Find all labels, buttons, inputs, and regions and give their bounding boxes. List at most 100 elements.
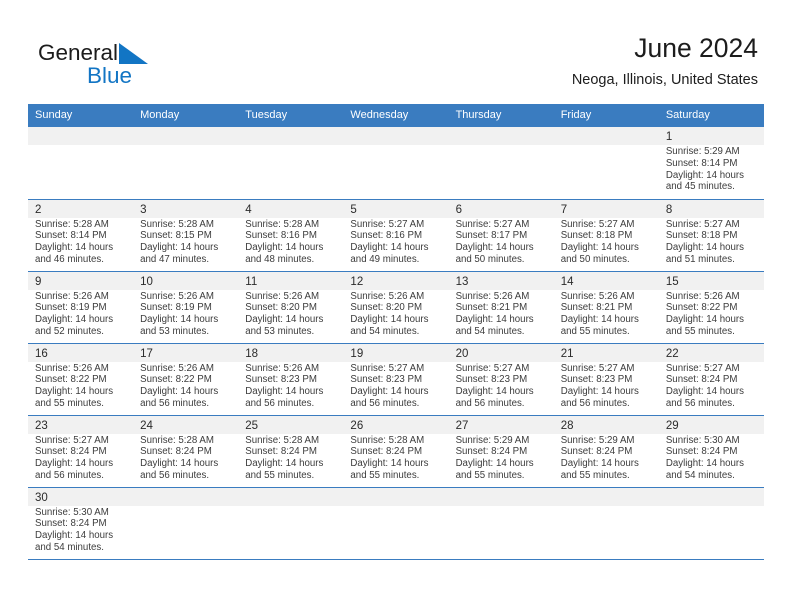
daylight-duration-line1: Daylight: 14 hours <box>35 458 114 470</box>
calendar-day-cell[interactable]: 24 Sunrise: 5:28 AM Sunset: 8:24 PM Dayligh… <box>133 415 239 488</box>
day-details: Sunrise: 5:27 AM Sunset: 8:18 PM Daylight:… <box>659 218 764 266</box>
calendar-day-cell[interactable]: 13 Sunrise: 5:26 AM Sunset: 8:21 PM Dayligh… <box>448 271 554 344</box>
sunset-time: Sunset: 8:24 PM <box>350 446 423 458</box>
calendar-day-cell[interactable]: 27 Sunrise: 5:29 AM Sunset: 8:24 PM Dayligh… <box>448 415 554 488</box>
day-number-header: 1 <box>658 127 764 145</box>
calendar-day-cell[interactable]: 28 Sunrise: 5:29 AM Sunset: 8:24 PM Dayligh… <box>553 415 659 488</box>
sunset-time: Sunset: 8:23 PM <box>350 374 423 386</box>
calendar-day-cell[interactable]: 25 Sunrise: 5:28 AM Sunset: 8:24 PM Dayligh… <box>238 415 344 488</box>
calendar-day-cell[interactable]: 4 Sunrise: 5:28 AM Sunset: 8:16 PM Daylight… <box>238 199 344 272</box>
calendar-body: 1 Sunrise: 5:29 AM Sunset: 8:14 PM Daylight… <box>28 127 764 560</box>
calendar-day-cell[interactable]: 15 Sunrise: 5:26 AM Sunset: 8:22 PM Dayligh… <box>658 271 764 344</box>
sunset-time: Sunset: 8:24 PM <box>665 374 738 386</box>
calendar-day-cell[interactable]: 1 Sunrise: 5:29 AM Sunset: 8:14 PM Daylight… <box>658 127 764 200</box>
day-number-header: 7 <box>553 199 659 218</box>
brand-logo[interactable]: General Blue <box>38 40 218 92</box>
calendar-day-cell-empty <box>448 127 554 200</box>
daylight-duration-line2: and 55 minutes. <box>455 469 525 481</box>
calendar-day-cell-empty <box>658 487 764 560</box>
calendar-day-cell[interactable]: 12 Sunrise: 5:26 AM Sunset: 8:20 PM Dayligh… <box>343 271 449 344</box>
calendar-day-cell[interactable]: 8 Sunrise: 5:27 AM Sunset: 8:18 PM Daylight… <box>658 199 764 272</box>
calendar-week-row: 30 Sunrise: 5:30 AM Sunset: 8:24 PM Dayligh… <box>28 487 764 560</box>
calendar-day-cell[interactable]: 29 Sunrise: 5:30 AM Sunset: 8:24 PM Dayligh… <box>658 415 764 488</box>
sunrise-time: Sunrise: 5:27 AM <box>350 218 425 230</box>
day-number: 15 <box>665 275 679 288</box>
day-details: Sunrise: 5:28 AM Sunset: 8:16 PM Daylight:… <box>238 218 343 266</box>
calendar-day-cell[interactable]: 19 Sunrise: 5:27 AM Sunset: 8:23 PM Dayligh… <box>343 343 449 416</box>
day-number: 14 <box>560 275 574 288</box>
day-number-header: 8 <box>658 199 764 218</box>
calendar-day-cell-empty <box>238 487 344 560</box>
calendar-day-cell[interactable]: 23 Sunrise: 5:27 AM Sunset: 8:24 PM Dayligh… <box>28 415 134 488</box>
daylight-duration-line2: and 55 minutes. <box>245 469 315 481</box>
daylight-duration-line1: Daylight: 14 hours <box>665 242 744 254</box>
day-details: Sunrise: 5:26 AM Sunset: 8:19 PM Daylight:… <box>133 290 238 338</box>
daylight-duration-line2: and 55 minutes. <box>350 469 420 481</box>
sunrise-time: Sunrise: 5:27 AM <box>350 362 425 374</box>
daylight-duration-line2: and 53 minutes. <box>245 325 315 337</box>
day-number-header <box>448 487 554 506</box>
day-number: 17 <box>140 347 153 360</box>
day-number: 24 <box>140 419 153 432</box>
day-details: Sunrise: 5:27 AM Sunset: 8:24 PM Daylight:… <box>659 362 764 410</box>
sunset-time: Sunset: 8:24 PM <box>455 446 528 458</box>
calendar-day-cell[interactable]: 17 Sunrise: 5:26 AM Sunset: 8:22 PM Dayligh… <box>133 343 239 416</box>
daylight-duration-line2: and 45 minutes. <box>665 181 735 193</box>
day-number-header: 18 <box>238 343 344 362</box>
daylight-duration-line1: Daylight: 14 hours <box>140 386 219 398</box>
daylight-duration-line1: Daylight: 14 hours <box>665 314 744 326</box>
day-number-header <box>343 127 449 145</box>
sunrise-time: Sunrise: 5:26 AM <box>560 290 635 302</box>
sunrise-time: Sunrise: 5:28 AM <box>35 218 109 230</box>
day-details: Sunrise: 5:27 AM Sunset: 8:17 PM Daylight:… <box>449 218 554 266</box>
calendar-day-cell[interactable]: 3 Sunrise: 5:28 AM Sunset: 8:15 PM Daylight… <box>133 199 239 272</box>
day-number: 21 <box>560 347 574 360</box>
daylight-duration-line2: and 55 minutes. <box>665 325 735 337</box>
calendar-day-cell[interactable]: 2 Sunrise: 5:28 AM Sunset: 8:14 PM Daylight… <box>28 199 134 272</box>
page-subtitle: Neoga, Illinois, United States <box>571 72 758 88</box>
daylight-duration-line2: and 51 minutes. <box>665 253 735 265</box>
calendar-day-cell[interactable]: 30 Sunrise: 5:30 AM Sunset: 8:24 PM Dayligh… <box>28 487 134 560</box>
daylight-duration-line2: and 55 minutes. <box>560 469 630 481</box>
daylight-duration-line2: and 56 minutes. <box>140 397 210 409</box>
sunset-time: Sunset: 8:23 PM <box>455 374 528 386</box>
calendar-day-cell[interactable]: 18 Sunrise: 5:26 AM Sunset: 8:23 PM Dayligh… <box>238 343 344 416</box>
sunrise-time: Sunrise: 5:30 AM <box>665 434 740 446</box>
calendar-day-cell[interactable]: 9 Sunrise: 5:26 AM Sunset: 8:19 PM Daylight… <box>28 271 134 344</box>
calendar-day-cell[interactable]: 20 Sunrise: 5:27 AM Sunset: 8:23 PM Dayligh… <box>448 343 554 416</box>
daylight-duration-line2: and 56 minutes. <box>35 469 104 481</box>
daylight-duration-line1: Daylight: 14 hours <box>455 386 534 398</box>
daylight-duration-line1: Daylight: 14 hours <box>455 242 534 254</box>
daylight-duration-line2: and 56 minutes. <box>665 397 735 409</box>
calendar-day-cell[interactable]: 22 Sunrise: 5:27 AM Sunset: 8:24 PM Dayligh… <box>658 343 764 416</box>
sunset-time: Sunset: 8:19 PM <box>140 302 212 314</box>
day-number: 12 <box>350 275 364 288</box>
daylight-duration-line1: Daylight: 14 hours <box>35 242 114 254</box>
calendar-day-cell[interactable]: 6 Sunrise: 5:27 AM Sunset: 8:17 PM Daylight… <box>448 199 554 272</box>
daylight-duration-line2: and 56 minutes. <box>245 397 315 409</box>
calendar-day-cell[interactable]: 16 Sunrise: 5:26 AM Sunset: 8:22 PM Dayligh… <box>28 343 134 416</box>
day-details: Sunrise: 5:30 AM Sunset: 8:24 PM Daylight:… <box>28 506 133 554</box>
weekday-header-monday: Monday <box>133 104 239 127</box>
sunset-time: Sunset: 8:17 PM <box>455 230 528 242</box>
day-details: Sunrise: 5:29 AM Sunset: 8:14 PM Daylight:… <box>659 145 764 193</box>
calendar-day-cell-empty <box>343 487 449 560</box>
day-number: 19 <box>350 347 364 360</box>
daylight-duration-line2: and 52 minutes. <box>35 325 104 337</box>
calendar-day-cell[interactable]: 11 Sunrise: 5:26 AM Sunset: 8:20 PM Dayligh… <box>238 271 344 344</box>
calendar-day-cell[interactable]: 21 Sunrise: 5:27 AM Sunset: 8:23 PM Dayligh… <box>553 343 659 416</box>
calendar-day-cell-empty <box>553 127 659 200</box>
calendar-day-cell[interactable]: 7 Sunrise: 5:27 AM Sunset: 8:18 PM Daylight… <box>553 199 659 272</box>
sunset-time: Sunset: 8:20 PM <box>245 302 317 314</box>
daylight-duration-line1: Daylight: 14 hours <box>350 314 429 326</box>
calendar-day-cell[interactable]: 26 Sunrise: 5:28 AM Sunset: 8:24 PM Dayligh… <box>343 415 449 488</box>
day-number-header: 23 <box>28 415 134 434</box>
sunrise-sunset-calendar-table: Sunday Monday Tuesday Wednesday Thursday… <box>28 104 764 560</box>
day-number-header: 11 <box>238 271 344 290</box>
sunrise-time: Sunrise: 5:26 AM <box>35 290 109 302</box>
daylight-duration-line1: Daylight: 14 hours <box>665 458 744 470</box>
calendar-day-cell[interactable]: 14 Sunrise: 5:26 AM Sunset: 8:21 PM Dayligh… <box>553 271 659 344</box>
calendar-day-cell[interactable]: 5 Sunrise: 5:27 AM Sunset: 8:16 PM Daylight… <box>343 199 449 272</box>
calendar-day-cell[interactable]: 10 Sunrise: 5:26 AM Sunset: 8:19 PM Dayligh… <box>133 271 239 344</box>
weekday-header-wednesday: Wednesday <box>343 104 449 127</box>
